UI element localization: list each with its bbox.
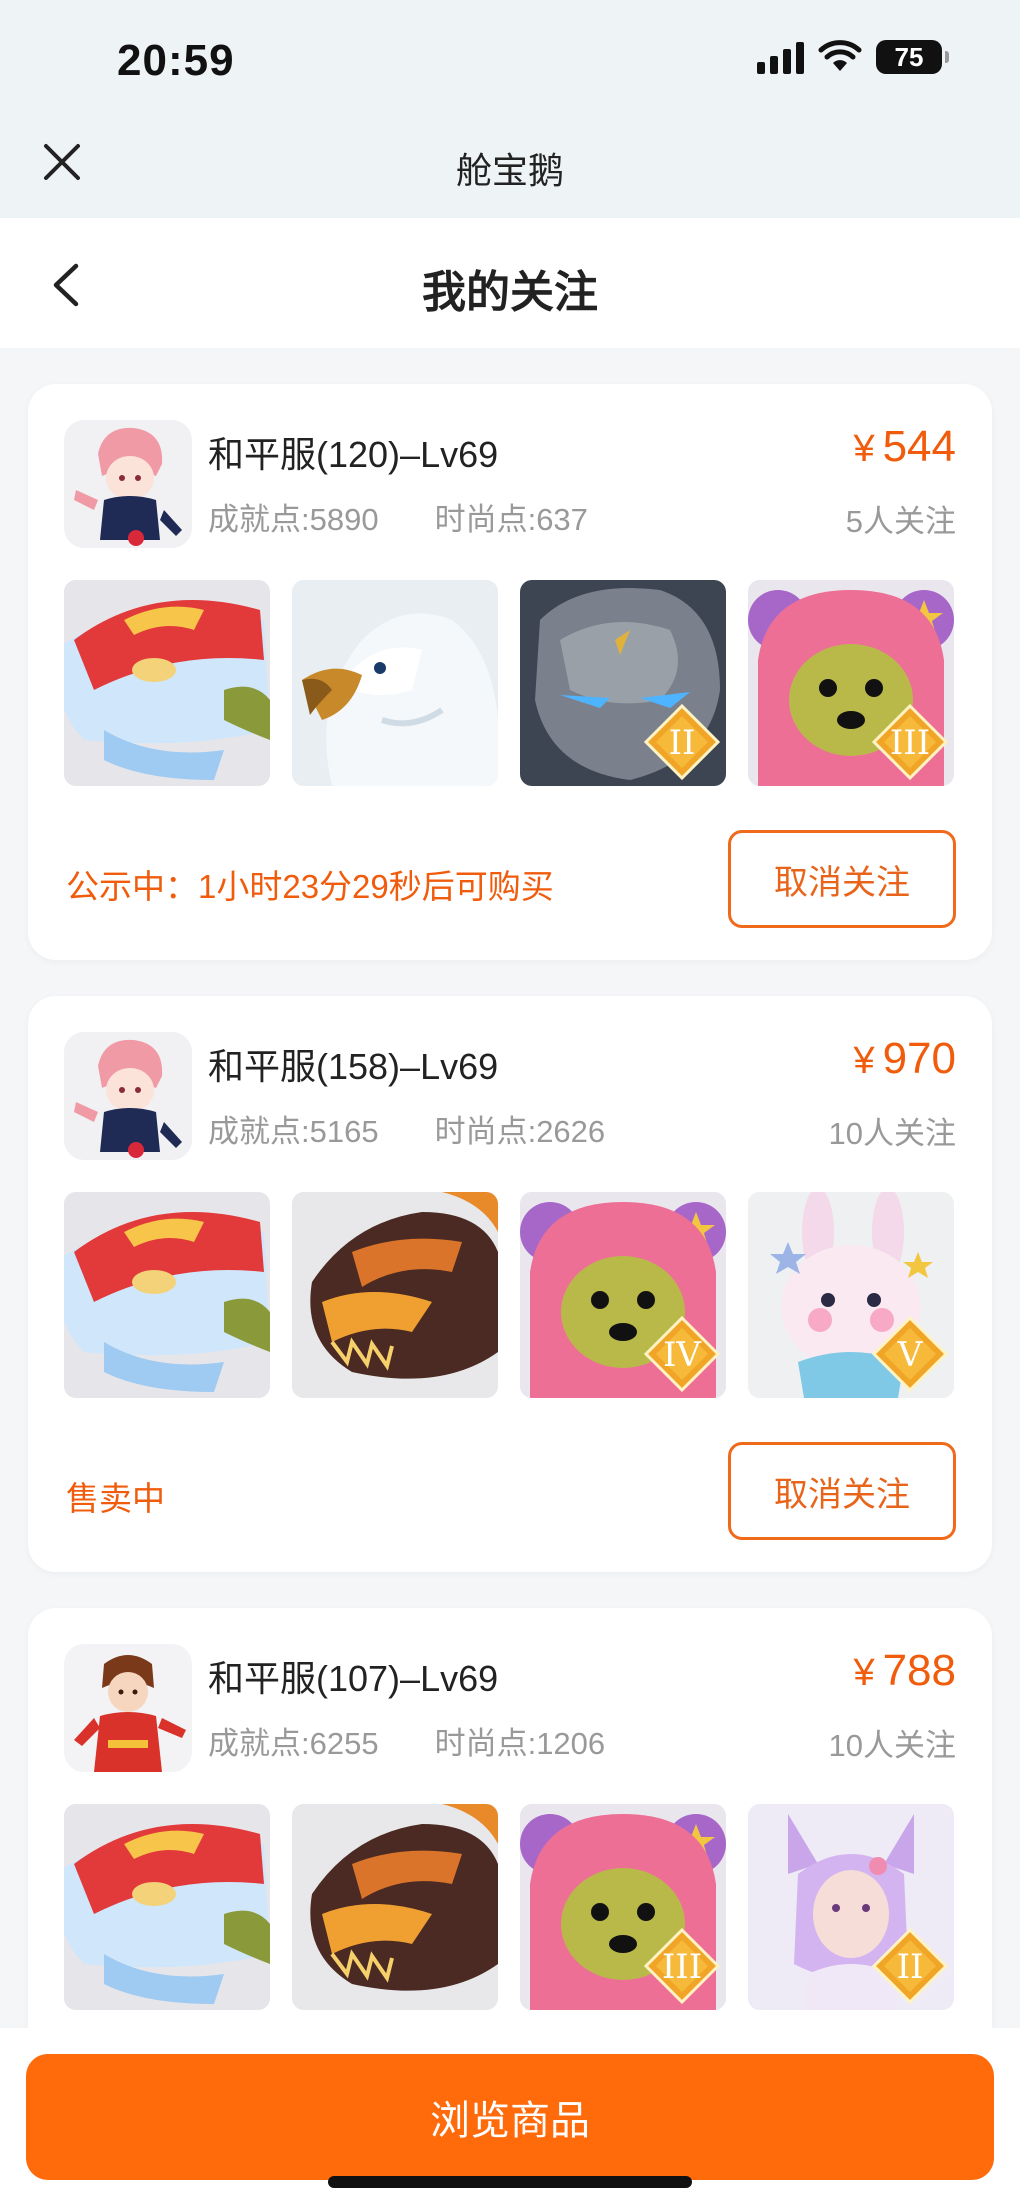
price-value: 544	[882, 422, 956, 471]
pink-bear-icon[interactable]: III	[520, 1804, 726, 2010]
fashion-points: 时尚点:637	[434, 502, 588, 537]
battery-icon: 75	[876, 40, 949, 74]
stats-row: 成就点:6255 时尚点:1206	[208, 1718, 605, 1763]
eagle-mount-icon[interactable]	[292, 580, 498, 786]
price: ¥544	[853, 422, 956, 472]
fish-mount-icon[interactable]	[64, 1192, 270, 1398]
white-rabbit-icon[interactable]: V	[748, 1192, 954, 1398]
pink-bear-icon[interactable]: IV	[520, 1192, 726, 1398]
browse-products-button[interactable]: 浏览商品	[26, 2054, 994, 2180]
status-icons: 75	[757, 40, 949, 74]
price: ¥970	[853, 1034, 956, 1084]
tier-badge-icon: V	[871, 1315, 949, 1393]
tier-label: II	[897, 1947, 924, 1987]
tier-label: V	[897, 1335, 924, 1375]
tier-label: III	[890, 723, 930, 763]
character-avatar	[64, 1032, 192, 1160]
price-value: 970	[882, 1034, 956, 1083]
fashion-points: 时尚点:2626	[434, 1114, 606, 1149]
achievement-points: 成就点:5890	[208, 502, 379, 537]
character-avatar	[64, 1644, 192, 1772]
follow-card[interactable]: 和平服(107)–Lv69 成就点:6255 时尚点:1206 ¥788 10人关注 I…	[28, 1608, 992, 2028]
achievement-points: 成就点:6255	[208, 1726, 379, 1761]
tier-label: III	[662, 1947, 702, 1987]
dragon-mount-icon[interactable]	[292, 1804, 498, 2010]
tier-label: IV	[663, 1335, 702, 1375]
follow-list[interactable]: 和平服(120)–Lv69 成就点:5890 时尚点:637 ¥544 5人关注 II	[0, 348, 1020, 2028]
stats-row: 成就点:5890 时尚点:637	[208, 494, 588, 539]
fish-mount-icon[interactable]	[64, 1804, 270, 2010]
price: ¥788	[853, 1646, 956, 1696]
fox-girl-icon[interactable]: II	[748, 1804, 954, 2010]
tier-badge-icon: IV	[643, 1315, 721, 1393]
unfollow-button[interactable]: 取消关注	[728, 1442, 956, 1540]
follower-count: 5人关注	[845, 504, 956, 539]
server-level: 和平服(158)–Lv69	[208, 1046, 499, 1087]
sale-status: 售卖中	[66, 1480, 165, 1517]
status-time: 20:59	[117, 36, 235, 85]
home-indicator	[328, 2176, 692, 2188]
page-title: 我的关注	[422, 268, 598, 317]
webview-title: 舱宝鹅	[455, 150, 564, 191]
stats-row: 成就点:5165 时尚点:2626	[208, 1106, 605, 1151]
currency-symbol: ¥	[853, 1040, 875, 1082]
fashion-points: 时尚点:1206	[434, 1726, 606, 1761]
server-level: 和平服(120)–Lv69	[208, 434, 499, 475]
item-thumbnails: III II	[64, 1804, 954, 2010]
page-header: 我的关注	[0, 218, 1020, 348]
tier-badge-icon: III	[871, 703, 949, 781]
pink-bear-icon[interactable]: III	[748, 580, 954, 786]
tier-badge-icon: II	[643, 703, 721, 781]
stone-golem-icon[interactable]: II	[520, 580, 726, 786]
unfollow-button[interactable]: 取消关注	[728, 830, 956, 928]
sale-status: 公示中：1小时23分29秒后可购买	[66, 868, 554, 905]
follow-card[interactable]: 和平服(158)–Lv69 成就点:5165 时尚点:2626 ¥970 10人关注 I…	[28, 996, 992, 1572]
wifi-icon	[818, 40, 862, 71]
tier-label: II	[669, 723, 696, 763]
server-level: 和平服(107)–Lv69	[208, 1658, 499, 1699]
follower-count: 10人关注	[828, 1728, 956, 1763]
item-thumbnails: II III	[64, 580, 954, 786]
achievement-points: 成就点:5165	[208, 1114, 379, 1149]
currency-symbol: ¥	[853, 428, 875, 470]
follower-count: 10人关注	[828, 1116, 956, 1151]
top-bar: 20:59 75 舱宝鹅	[0, 0, 1020, 218]
price-value: 788	[882, 1646, 956, 1695]
tier-badge-icon: II	[871, 1927, 949, 2005]
signal-icon	[757, 40, 804, 74]
dragon-mount-icon[interactable]	[292, 1192, 498, 1398]
tier-badge-icon: III	[643, 1927, 721, 2005]
item-thumbnails: IV V	[64, 1192, 954, 1398]
currency-symbol: ¥	[853, 1652, 875, 1694]
fish-mount-icon[interactable]	[64, 580, 270, 786]
follow-card[interactable]: 和平服(120)–Lv69 成就点:5890 时尚点:637 ¥544 5人关注 II	[28, 384, 992, 960]
character-avatar	[64, 420, 192, 548]
